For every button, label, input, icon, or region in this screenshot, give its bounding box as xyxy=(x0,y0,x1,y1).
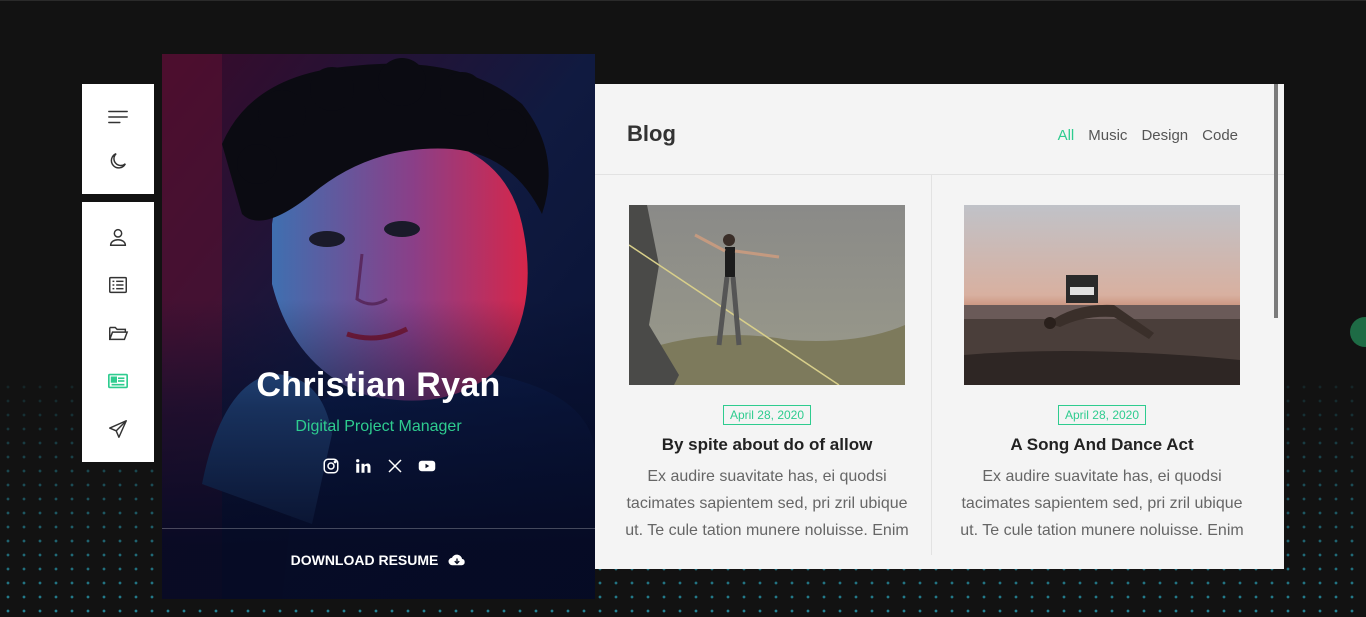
post-image-slackliner[interactable] xyxy=(629,205,905,385)
download-resume-button[interactable]: DOWNLOAD RESUME xyxy=(162,552,595,568)
blog-scrollbar[interactable] xyxy=(1274,84,1278,318)
post-date-badge: April 28, 2020 xyxy=(722,405,812,425)
profile-divider xyxy=(162,528,595,529)
profile-gradient-overlay xyxy=(162,54,595,599)
send-icon[interactable] xyxy=(105,416,131,442)
folder-icon[interactable] xyxy=(105,320,131,346)
instagram-icon[interactable] xyxy=(322,457,340,475)
profile-name: Christian Ryan xyxy=(256,366,501,404)
user-icon[interactable] xyxy=(105,224,131,250)
scroll-indicator-dot[interactable] xyxy=(1350,317,1366,347)
profile-card: Christian Ryan Digital Project Manager D… xyxy=(162,54,595,599)
download-resume-label: DOWNLOAD RESUME xyxy=(290,552,439,568)
top-border xyxy=(0,0,1366,1)
filter-design[interactable]: Design xyxy=(1141,127,1188,144)
column-divider xyxy=(931,175,932,555)
nav-main-box xyxy=(82,202,154,462)
filter-code[interactable]: Code xyxy=(1202,127,1238,144)
linkedin-icon[interactable] xyxy=(354,457,372,475)
social-links xyxy=(162,457,595,475)
resume-icon[interactable] xyxy=(105,272,131,298)
blog-title: Blog xyxy=(627,121,676,146)
post-image-levitation[interactable] xyxy=(964,205,1240,385)
filter-music[interactable]: Music xyxy=(1088,127,1127,144)
post-title[interactable]: By spite about do of allow xyxy=(617,435,917,455)
profile-role: Digital Project Manager xyxy=(295,418,462,435)
blog-panel: Blog All Music Design Code April 28, 202… xyxy=(595,84,1284,569)
blog-post-card: April 28, 2020 By spite about do of allo… xyxy=(617,205,917,551)
blog-filters: All Music Design Code xyxy=(1058,127,1238,144)
nav-top-box xyxy=(82,84,154,194)
post-title[interactable]: A Song And Dance Act xyxy=(952,435,1252,455)
blog-post-card: April 28, 2020 A Song And Dance Act Ex a… xyxy=(952,205,1252,551)
menu-icon[interactable] xyxy=(105,104,131,130)
blog-header: Blog All Music Design Code xyxy=(595,84,1284,175)
post-date-badge: April 28, 2020 xyxy=(1057,405,1147,425)
blog-icon[interactable] xyxy=(105,368,131,394)
moon-icon[interactable] xyxy=(105,148,131,174)
x-icon[interactable] xyxy=(386,457,404,475)
youtube-icon[interactable] xyxy=(418,457,436,475)
cloud-download-icon xyxy=(448,554,466,566)
filter-all[interactable]: All xyxy=(1058,127,1075,144)
post-excerpt: Ex audire suavitate has, ei quodsi tacim… xyxy=(625,468,909,551)
post-excerpt: Ex audire suavitate has, ei quodsi tacim… xyxy=(960,468,1244,551)
